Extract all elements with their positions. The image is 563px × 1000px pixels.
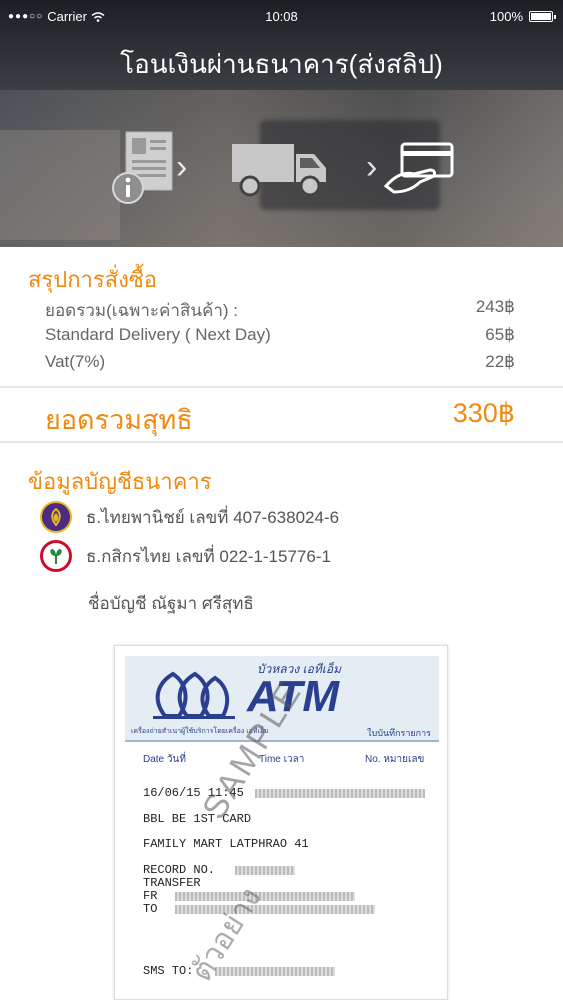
slip-line: FR [143,889,158,903]
summary-row: ยอดรวม(เฉพาะค่าสินค้า) : 243฿ [45,297,515,321]
bualuang-logo-icon [153,671,235,719]
checkout-steps: › › [0,130,563,210]
bank-account-row: ธ.กสิกรไทย เลขที่ 022-1-15776-1 [40,538,331,574]
slip-line: TRANSFER [143,876,201,890]
chevron-right-icon: › [366,148,378,186]
bank-account-text: ธ.ไทยพานิชย์ เลขที่ 407-638024-6 [86,507,340,527]
sample-atm-slip: บัวหลวง เอทีเอ็ม ATM เครื่องถ่ายสำเนาผู้… [114,645,448,1000]
battery-icon [529,11,556,22]
summary-value: 22฿ [485,352,515,371]
divider [0,441,563,443]
bank-info-title: ข้อมูลบัญชีธนาคาร [28,469,212,494]
card-payment-icon [383,142,454,194]
scb-bank-logo-icon [40,501,72,533]
summary-value: 243฿ [475,297,515,316]
bank-account-row: ธ.ไทยพานิชย์ เลขที่ 407-638024-6 [40,499,339,535]
total-value: 330฿ [452,398,515,428]
slip-line: TO [143,902,158,916]
chevron-right-icon: › [176,148,188,186]
bank-account-text: ธ.กสิกรไทย เลขที่ 022-1-15776-1 [86,546,331,566]
page-title: โอนเงินผ่านธนาคาร(ส่งสลิป) [120,49,443,79]
slip-col-no: No. หมายเลข [365,754,425,765]
slip-line: RECORD NO. [143,863,216,877]
summary-label: Standard Delivery ( Next Day) [45,325,271,344]
summary-label: ยอดรวม(เฉพาะค่าสินค้า) : [45,301,238,320]
redacted-text [235,866,295,875]
summary-row: Vat(7%) 22฿ [45,352,515,376]
slip-line: FAMILY MART LATPHRAO 41 [143,837,309,851]
header-banner: ●●●○○ Carrier 10:08 100% โอนเงินผ่านธนาค… [0,0,563,247]
redacted-text [175,905,375,914]
kbank-logo-icon [40,540,72,572]
document-info-icon [112,131,173,204]
total-label: ยอดรวมสุทธิ [45,405,193,435]
redacted-text [255,789,425,798]
clock: 10:08 [265,9,298,24]
slip-small-text: ใบบันทึกรายการ [367,728,431,738]
divider [0,386,563,388]
battery-percent: 100% [489,9,523,24]
order-summary-title: สรุปการสั่งซื้อ [28,267,158,292]
summary-row: Standard Delivery ( Next Day) 65฿ [45,325,515,349]
redacted-text [215,967,335,976]
summary-label: Vat(7%) [45,352,106,371]
summary-value: 65฿ [485,325,515,344]
delivery-truck-icon [232,144,326,197]
status-bar: ●●●○○ Carrier 10:08 100% [0,0,563,32]
account-name: ชื่อบัญชี ณัฐมา ศรีสุทธิ [88,594,254,613]
slip-col-date: Date วันที่ [143,754,186,765]
